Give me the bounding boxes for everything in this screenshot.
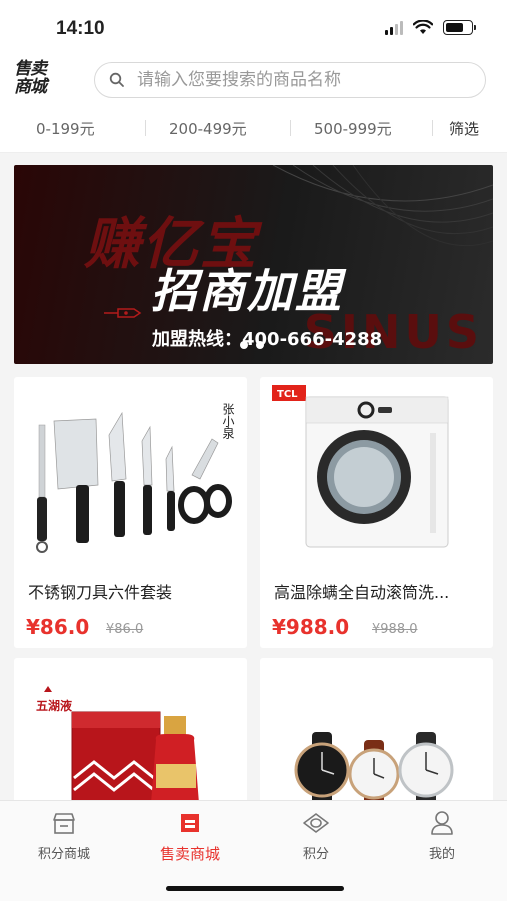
points-icon: [303, 813, 329, 833]
watches-image: [294, 732, 454, 808]
filter-range-500-999[interactable]: 500-999元: [314, 118, 392, 139]
product-card[interactable]: 张小泉 不锈钢刀具六件套装 ¥86.0 ¥86.0: [14, 377, 247, 648]
banner-pagination: [240, 341, 264, 349]
product-price: ¥86.0: [26, 615, 90, 639]
signal-icon: [385, 20, 403, 35]
product-original-price: ¥988.0: [372, 622, 418, 637]
product-original-price: ¥86.0: [106, 622, 144, 637]
logo-line1: 售卖: [14, 59, 47, 79]
filter-divider: [145, 120, 146, 136]
search-box[interactable]: [94, 62, 486, 98]
product-brand-badge: 张小泉: [221, 403, 235, 439]
wifi-icon: [413, 20, 433, 34]
filter-button[interactable]: 筛选: [449, 118, 479, 139]
search-icon: [109, 71, 127, 89]
pagination-dot[interactable]: [240, 341, 248, 349]
shop-active-icon: [181, 814, 199, 832]
header: 售卖 商城: [0, 58, 507, 104]
tab-points[interactable]: 积分: [266, 809, 366, 862]
pen-icon: [104, 308, 142, 318]
battery-icon: [443, 20, 476, 35]
tab-points-mall[interactable]: 积分商城: [14, 809, 114, 862]
tab-label: 售卖商城: [159, 845, 220, 863]
tab-label: 我的: [428, 847, 455, 862]
banner-headline: 招商加盟: [151, 264, 343, 318]
pagination-dot[interactable]: [256, 341, 264, 349]
status-icons: [385, 20, 476, 35]
tab-label: 积分商城: [37, 847, 90, 862]
product-card[interactable]: TCL 高温除螨全自动滚筒洗... ¥988.0 ¥988.0: [260, 377, 493, 648]
store-icon: [53, 813, 75, 834]
search-input[interactable]: [135, 69, 469, 91]
filter-divider: [432, 120, 433, 136]
banner-hotline: 加盟热线：400-666-4288: [152, 329, 383, 350]
product-price: ¥988.0: [272, 615, 350, 639]
product-brand-badge: TCL: [277, 389, 298, 400]
product-card[interactable]: 五湖液: [14, 658, 247, 808]
product-brand-badge: 五湖液: [36, 698, 72, 713]
liquor-box-image: 五湖液: [36, 686, 200, 808]
tab-sales-mall[interactable]: 售卖商城: [140, 809, 240, 864]
tab-profile[interactable]: 我的: [392, 809, 492, 862]
washing-machine-image: TCL: [272, 385, 449, 548]
filter-range-200-499[interactable]: 200-499元: [169, 118, 247, 139]
tab-label: 积分: [302, 847, 329, 862]
status-bar: 14:10: [0, 0, 507, 58]
knife-set-image: 张小泉: [36, 403, 235, 553]
filter-range-0-199[interactable]: 0-199元: [36, 118, 95, 139]
app-logo: 售卖 商城: [14, 60, 62, 100]
product-title: 高温除螨全自动滚筒洗...: [274, 583, 450, 602]
logo-line2: 商城: [14, 77, 47, 97]
home-indicator: [166, 886, 344, 891]
filter-divider: [290, 120, 291, 136]
product-title: 不锈钢刀具六件套装: [28, 583, 173, 602]
profile-icon: [431, 811, 453, 835]
price-filter-bar: 0-199元 200-499元 500-999元 筛选: [0, 104, 507, 153]
promo-banner[interactable]: 赚亿宝 SINUS 招商加盟 加盟热线：400-666-4288: [14, 165, 493, 364]
status-time: 14:10: [56, 18, 105, 39]
product-card[interactable]: [260, 658, 493, 808]
